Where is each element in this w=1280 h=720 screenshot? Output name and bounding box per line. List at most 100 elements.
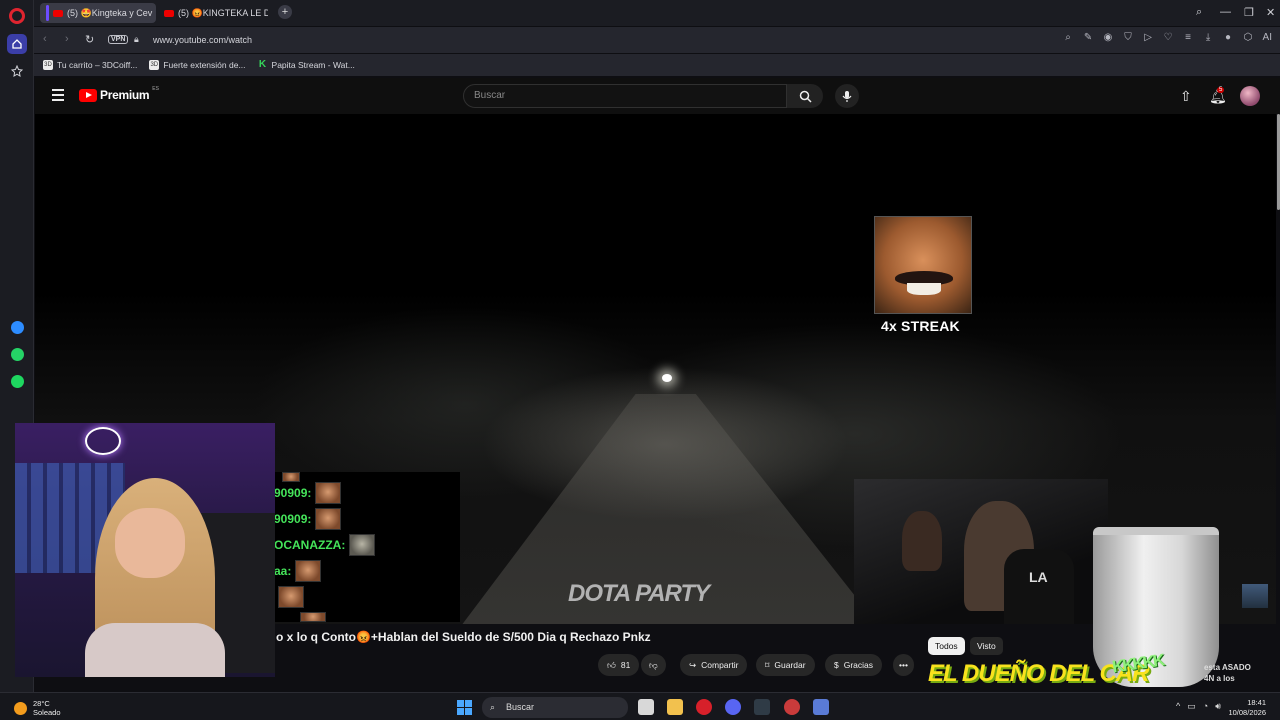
hamburger-menu-icon[interactable]: [52, 89, 64, 104]
bookmark-label: Tu carrito – 3DCoiff...: [57, 60, 138, 70]
time: 18:41: [1247, 698, 1266, 707]
sun-icon: [14, 701, 27, 715]
youtube-play-icon: [79, 88, 97, 102]
chat-line: 90909:: [274, 508, 342, 530]
app-icon[interactable]: [754, 699, 770, 715]
chat-user: 90909:: [274, 486, 312, 500]
home-icon[interactable]: [7, 34, 27, 54]
car-camera-inset: LA: [854, 479, 1108, 624]
new-tab-button[interactable]: +: [278, 5, 292, 19]
chat-emote: [315, 508, 342, 530]
search-button[interactable]: [787, 84, 823, 108]
vpn-badge[interactable]: VPN: [108, 35, 129, 44]
bookmarks-bar: 3D Tu carrito – 3DCoiff... 3D Fuerte ext…: [34, 54, 1280, 76]
opera-taskbar-icon[interactable]: [696, 699, 712, 715]
taskbar-search[interactable]: ⌕ Buscar: [482, 697, 628, 718]
overlay-side-text: esta ASADO 4N a los: [1204, 663, 1251, 683]
streak-emote-image: [874, 216, 972, 314]
bookmark-icon: ⌑: [765, 659, 770, 670]
thanks-button[interactable]: $ Gracias: [825, 654, 883, 676]
aria-ai-button[interactable]: AI: [1263, 32, 1272, 43]
headlight: [662, 374, 672, 382]
reload-icon[interactable]: ↻: [85, 33, 94, 46]
thumbs-down-icon: 👎︎: [649, 659, 658, 670]
la-logo: LA: [1029, 569, 1048, 585]
like-count: 81: [620, 660, 631, 670]
close-icon[interactable]: ✕: [1266, 6, 1275, 19]
tab-kingteka-2[interactable]: (5) 😡KINGTEKA LE DA LA: [158, 3, 268, 23]
chat-emote: [282, 472, 300, 482]
back-icon[interactable]: ‹: [43, 33, 47, 45]
whatsapp-icon[interactable]: [7, 344, 27, 364]
more-actions-button[interactable]: •••: [893, 654, 914, 676]
tray-expand-icon[interactable]: ^: [1176, 701, 1180, 712]
upload-icon[interactable]: ⇧: [1180, 88, 1192, 105]
weather-widget[interactable]: 28°C Soleado: [14, 699, 61, 717]
taskbar-search-label: Buscar: [506, 702, 535, 712]
save-label: Guardar: [774, 660, 806, 670]
chip-visto[interactable]: Visto: [970, 637, 1003, 655]
opera-logo-icon[interactable]: [9, 8, 25, 24]
share-button[interactable]: ↪ Compartir: [680, 654, 748, 676]
settings-icon[interactable]: [813, 699, 829, 715]
search-input[interactable]: Buscar: [463, 84, 787, 108]
menu-icon[interactable]: ≡: [1183, 32, 1194, 43]
chat-emote: [349, 534, 376, 556]
dislike-button[interactable]: 👎︎: [641, 654, 666, 676]
youtube-favicon-icon: [164, 9, 174, 17]
mini-thumbnail[interactable]: [1242, 584, 1268, 608]
network-icon[interactable]: ◔: [1203, 701, 1208, 712]
monitor-icon[interactable]: ▭: [1187, 701, 1196, 712]
windows-start-icon[interactable]: [457, 700, 472, 715]
chat-emote: [300, 612, 326, 622]
streamer-webcam: [15, 423, 275, 677]
search-icon: ⌕: [490, 702, 496, 712]
share-label: Compartir: [701, 660, 739, 670]
tab-kingteka-1[interactable]: (5) 🤩Kingteka y Cev: [40, 3, 156, 23]
date: 10/08/2026: [1228, 708, 1266, 717]
weather-condition: Soleado: [33, 708, 61, 717]
avatar[interactable]: [1240, 86, 1260, 106]
shield-icon[interactable]: ⛉: [1123, 32, 1134, 43]
messenger-icon[interactable]: [7, 317, 27, 337]
video-title: o x lo q Conto😡+Hablan del Sueldo de S/5…: [276, 630, 651, 644]
opera-gx-icon[interactable]: [784, 699, 800, 715]
lock-icon[interactable]: 🔒︎: [134, 34, 139, 45]
zoom-icon[interactable]: ⌕: [1063, 32, 1074, 43]
clock[interactable]: 18:41 10/08/2026: [1228, 698, 1266, 718]
url-field[interactable]: www.youtube.com/watch: [153, 35, 252, 45]
player-icon[interactable]: ▷: [1143, 32, 1154, 43]
bookmark-item[interactable]: 3D Fuerte extensión de...: [149, 60, 246, 70]
like-button[interactable]: 👍︎ 81: [598, 654, 640, 676]
search-tabs-icon[interactable]: ⌕: [1196, 6, 1202, 19]
discord-icon[interactable]: [725, 699, 741, 715]
minimize-icon[interactable]: —: [1220, 6, 1231, 18]
cube-icon[interactable]: ⬡: [1243, 32, 1254, 43]
file-explorer-icon[interactable]: [667, 699, 683, 715]
restore-icon[interactable]: ❐: [1244, 6, 1254, 19]
heart-icon[interactable]: ♡: [1163, 32, 1174, 43]
youtube-logo[interactable]: Premium ES: [79, 86, 159, 102]
forward-icon[interactable]: ›: [65, 33, 69, 45]
volume-icon[interactable]: 🔊︎: [1215, 701, 1221, 712]
edit-icon[interactable]: ✎: [1083, 32, 1094, 43]
task-view-icon[interactable]: [638, 699, 654, 715]
microphone-icon: [842, 90, 852, 102]
camera-icon[interactable]: ◉: [1103, 32, 1114, 43]
voice-search-button[interactable]: [835, 84, 859, 108]
more-icon: •••: [899, 660, 908, 670]
thumbs-up-icon: 👍︎: [607, 659, 616, 670]
bookmark-item[interactable]: K Papita Stream - Wat...: [258, 60, 355, 71]
star-icon[interactable]: [7, 61, 27, 81]
profile-icon[interactable]: ●: [1223, 32, 1234, 43]
bookmark-item[interactable]: 3D Tu carrito – 3DCoiff...: [43, 60, 137, 70]
bookmark-label: Fuerte extensión de...: [163, 60, 246, 70]
spotify-icon[interactable]: [7, 371, 27, 391]
system-tray: ^ ▭ ◔ 🔊︎: [1176, 701, 1221, 712]
chip-todos[interactable]: Todos: [928, 637, 965, 655]
bookmark-label: Papita Stream - Wat...: [271, 60, 355, 70]
save-button[interactable]: ⌑ Guardar: [756, 654, 815, 676]
thanks-icon: $: [834, 660, 839, 670]
bookmark-3d-icon: 3D: [43, 60, 53, 70]
download-icon[interactable]: ⤓: [1203, 32, 1214, 43]
